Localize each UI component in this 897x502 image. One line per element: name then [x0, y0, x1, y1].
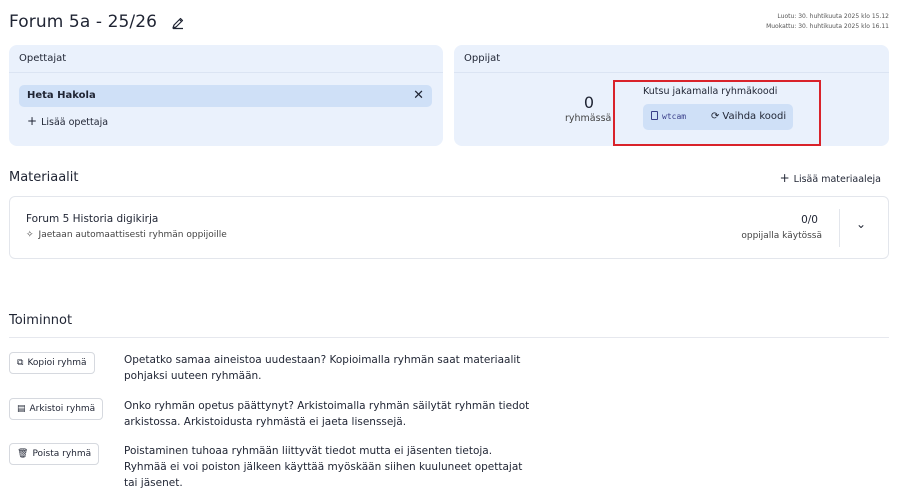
trash-icon: 🗑	[17, 449, 29, 459]
archive-group-description: Onko ryhmän opetus päättynyt? Arkistoima…	[124, 400, 530, 428]
material-row[interactable]: Forum 5 Historia digikirja ✧ Jaetaan auto…	[9, 196, 889, 259]
delete-group-button[interactable]: 🗑 Poista ryhmä	[9, 443, 100, 465]
material-usage-label: oppijalla käytössä	[741, 231, 822, 241]
actions-title: Toiminnot	[9, 313, 73, 328]
archive-group-label: Arkistoi ryhmä	[29, 404, 96, 414]
material-name: Forum 5 Historia digikirja	[26, 213, 159, 225]
change-code-button[interactable]: ⟳ Vaihda koodi	[711, 104, 786, 130]
delete-group-description: Poistaminen tuhoaa ryhmään liittyvät tie…	[124, 445, 523, 489]
invite-title: Kutsu jakamalla ryhmäkoodi	[643, 86, 778, 97]
group-code-button[interactable]: wtcam	[651, 104, 686, 130]
copy-group-button[interactable]: ⧉ Kopioi ryhmä	[9, 352, 95, 374]
group-code: wtcam	[662, 112, 687, 121]
close-icon[interactable]: ✕	[413, 85, 424, 107]
learners-card-title: Oppijat	[454, 45, 889, 73]
invite-code-bar: wtcam ⟳ Vaihda koodi	[643, 104, 793, 130]
teachers-card-title: Opettajat	[9, 45, 443, 73]
page-title: Forum 5a - 25/26	[9, 12, 158, 32]
add-materials-button[interactable]: + Lisää materiaaleja	[780, 171, 881, 185]
teacher-chip: Heta Hakola ✕	[19, 85, 432, 107]
plus-icon: +	[779, 171, 790, 185]
refresh-icon: ⟳	[711, 111, 720, 122]
copy-group-description: Opetatko samaa aineistoa uudestaan? Kopi…	[124, 354, 521, 382]
materials-title: Materiaalit	[9, 170, 79, 185]
pencil-icon[interactable]	[171, 15, 185, 30]
created-timestamp: Luotu: 30. huhtikuuta 2025 klo 15.12	[777, 13, 889, 20]
delete-group-label: Poista ryhmä	[32, 449, 92, 459]
teachers-card: Opettajat Heta Hakola ✕ + Lisää opettaja	[9, 45, 443, 146]
divider	[839, 209, 840, 247]
archive-group-button[interactable]: ▤ Arkistoi ryhmä	[9, 398, 104, 420]
timestamps: Luotu: 30. huhtikuuta 2025 klo 15.12 Muo…	[766, 12, 889, 32]
plus-icon: +	[27, 114, 38, 128]
material-subtitle-row: ✧ Jaetaan automaattisesti ryhmän oppijoil…	[26, 230, 227, 240]
material-subtitle: Jaetaan automaattisesti ryhmän oppijoill…	[38, 230, 227, 240]
clipboard-icon	[651, 111, 658, 120]
learner-count: 0	[583, 93, 595, 112]
copy-icon: ⧉	[17, 358, 24, 368]
change-code-label: Vaihda koodi	[722, 111, 787, 122]
chevron-down-icon[interactable]: ⌄	[856, 217, 866, 231]
add-teacher-button[interactable]: + Lisää opettaja	[27, 114, 108, 128]
title-row: Forum 5a - 25/26	[9, 12, 185, 32]
copy-group-label: Kopioi ryhmä	[27, 358, 87, 368]
archive-icon: ▤	[17, 404, 26, 414]
teacher-name: Heta Hakola	[27, 90, 96, 101]
magic-wand-icon: ✧	[26, 230, 34, 240]
learner-count-label: ryhmässä	[565, 113, 612, 124]
divider	[9, 337, 889, 338]
material-usage-count: 0/0	[801, 214, 818, 226]
modified-timestamp: Muokattu: 30. huhtikuuta 2025 klo 16.11	[766, 23, 889, 30]
add-teacher-label: Lisää opettaja	[41, 117, 109, 128]
add-materials-label: Lisää materiaaleja	[793, 174, 881, 185]
